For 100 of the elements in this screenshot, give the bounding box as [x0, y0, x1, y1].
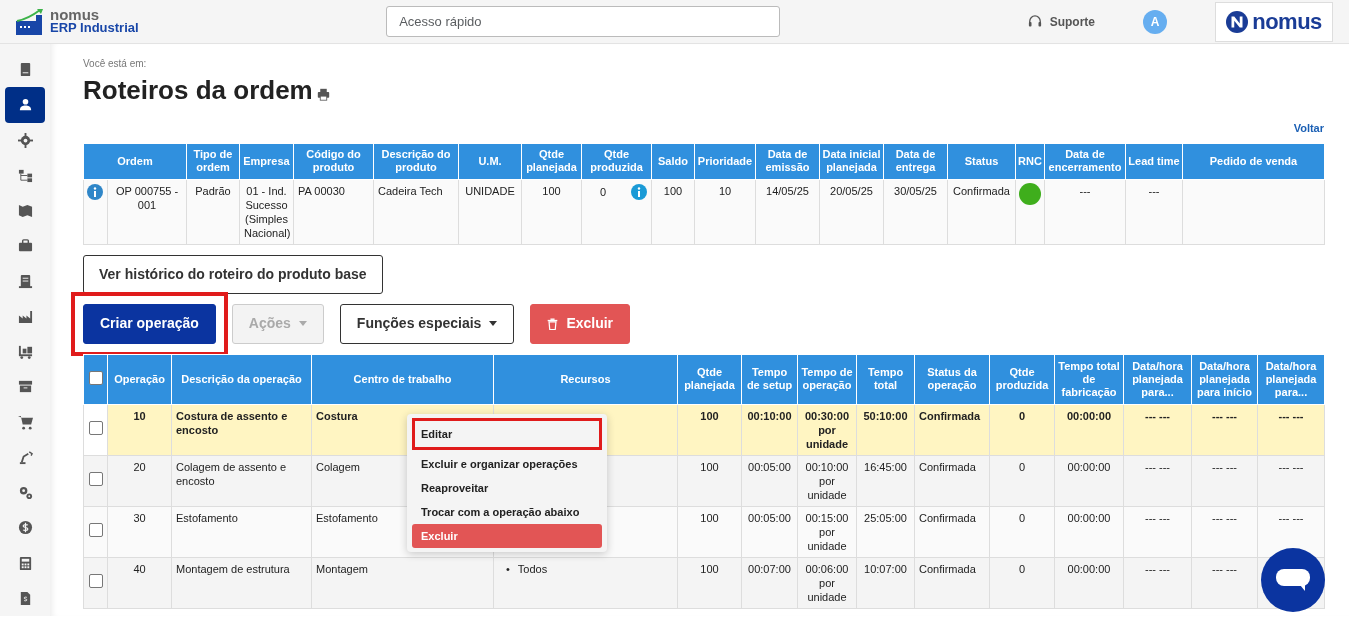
info-icon: [87, 183, 103, 200]
table-cell: 0: [989, 557, 1055, 609]
archive-box-icon: [17, 379, 33, 395]
column-header: Lead time: [1125, 143, 1183, 180]
table-cell: --- ---: [1191, 404, 1258, 456]
column-header: Data inicial planejada: [819, 143, 884, 180]
column-header: Qtde planejada: [677, 354, 742, 405]
gears-icon: [17, 485, 33, 501]
dollar-coin-icon: [17, 520, 33, 536]
sidebar-item[interactable]: [5, 87, 45, 123]
column-header: Data/hora planejada para...: [1123, 354, 1192, 405]
table-cell: PA 00030: [293, 179, 374, 245]
caret-icon: [489, 321, 498, 327]
table-cell: 01 - Ind. Sucesso (Simples Nacional): [239, 179, 294, 245]
back-link[interactable]: Voltar: [1293, 120, 1324, 137]
toolbar-button[interactable]: Criar operação: [83, 303, 216, 344]
table-cell: OP 000755 - 001: [107, 179, 187, 245]
column-header: Tempo de setup: [741, 354, 798, 405]
support-link[interactable]: Suporte: [1027, 12, 1095, 31]
printer-icon: [316, 88, 330, 102]
resource-item: Todos: [517, 561, 548, 576]
caret-icon: [298, 321, 307, 327]
checkbox[interactable]: [88, 523, 103, 538]
table-cell: 0: [989, 506, 1055, 558]
table-cell: 0: [989, 404, 1055, 456]
column-header: Centro de trabalho: [311, 354, 494, 405]
table-cell: Confirmada: [914, 455, 990, 507]
table-cell: Montagem: [311, 557, 494, 609]
table-cell: ---: [1125, 179, 1183, 245]
n-circle-logo-icon: [1226, 10, 1249, 33]
robot-arm-icon: [17, 449, 33, 465]
table-cell: 100: [521, 179, 582, 245]
menu-item[interactable]: Editar: [412, 417, 602, 450]
table-cell: Colagem de assento e encosto: [171, 455, 312, 507]
pallet-cart-icon: [17, 344, 33, 360]
checkbox[interactable]: [88, 472, 103, 487]
column-header: Descrição do produto: [373, 143, 459, 180]
table-cell: Padrão: [186, 179, 240, 245]
table-cell: 00:10:00 por unidade: [797, 455, 857, 507]
column-header: Pedido de venda: [1182, 143, 1325, 180]
checkbox[interactable]: [88, 421, 103, 436]
table-cell: Confirmada: [914, 557, 990, 609]
table-cell: --- ---: [1123, 455, 1192, 507]
history-button[interactable]: Ver histórico do roteiro do produto base: [83, 254, 383, 294]
headset-icon: [1027, 14, 1042, 29]
column-header: Data de entrega: [883, 143, 948, 180]
person-icon: [17, 97, 33, 113]
table-cell: 50:10:00: [856, 404, 915, 456]
column-header: Recursos: [493, 354, 678, 405]
table-cell: 14/05/25: [755, 179, 820, 245]
table-cell: Confirmada: [914, 404, 990, 456]
table-cell: Confirmada: [914, 506, 990, 558]
search-field[interactable]: Acesso rápido: [386, 6, 781, 37]
column-header: U.M.: [458, 143, 522, 180]
document-icon: [17, 273, 33, 289]
table-cell: Montagem de estrutura: [171, 557, 312, 609]
column-header: Código do produto: [293, 143, 374, 180]
gear-icon: [17, 132, 33, 148]
menu-item[interactable]: Excluir: [412, 523, 602, 548]
toolbar-button[interactable]: Excluir: [530, 303, 631, 344]
checkbox[interactable]: [88, 574, 103, 589]
checkbox[interactable]: [88, 370, 103, 385]
table-cell: --- ---: [1123, 557, 1192, 609]
trash-icon: [547, 317, 559, 330]
column-header: Qtde produzida: [581, 143, 652, 180]
column-header: Tempo de operação: [797, 354, 857, 405]
column-header: Empresa: [239, 143, 294, 180]
table-cell: 30: [107, 506, 172, 558]
table-cell: 100: [677, 455, 742, 507]
table-cell: 00:10:00: [741, 404, 798, 456]
table-cell: Cadeira Tech: [373, 179, 459, 245]
logo-subtitle: ERP Industrial: [50, 21, 139, 35]
table-cell: --- ---: [1123, 506, 1192, 558]
column-header: Data de encerramento: [1044, 143, 1126, 180]
calculator-icon: [17, 555, 33, 571]
column-header: RNC: [1015, 143, 1045, 180]
table-cell: 00:00:00: [1054, 455, 1124, 507]
table-cell: 100: [677, 506, 742, 558]
table-cell: 00:07:00: [741, 557, 798, 609]
column-header: Saldo: [651, 143, 695, 180]
table-cell: 00:15:00 por unidade: [797, 506, 857, 558]
column-header: Operação: [107, 354, 172, 405]
table-cell: --- ---: [1257, 404, 1325, 456]
toolbar-button[interactable]: Funções especiais: [339, 303, 515, 344]
table-cell: --- ---: [1191, 455, 1258, 507]
table-cell: --- ---: [1257, 455, 1325, 507]
table-cell: 100: [677, 557, 742, 609]
table-cell: 20: [107, 455, 172, 507]
table-cell: 10:07:00: [856, 557, 915, 609]
table-cell: --- ---: [1191, 557, 1258, 609]
table-cell: 16:45:00: [856, 455, 915, 507]
brand-name: nomus: [1252, 8, 1322, 36]
table-cell: Costura de assento e encosto: [171, 404, 312, 456]
table-cell: 00:30:00 por unidade: [797, 404, 857, 456]
table-cell: 10: [107, 404, 172, 456]
table-cell: 40: [107, 557, 172, 609]
table-cell: --- ---: [1123, 404, 1192, 456]
table-cell: Confirmada: [947, 179, 1016, 245]
column-header: Data/hora planejada para...: [1257, 354, 1325, 405]
breadcrumb-label: Você está em:: [83, 57, 148, 71]
